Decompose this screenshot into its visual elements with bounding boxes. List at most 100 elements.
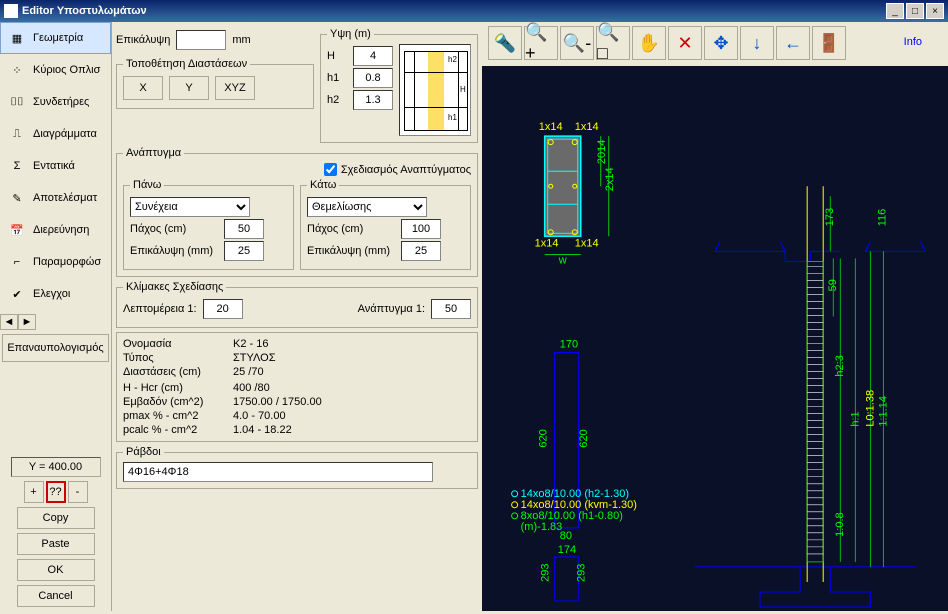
sidebar-item-results[interactable]: ✎ Αποτελέσματ (0, 182, 111, 214)
heights-legend: Υψη (m) (327, 28, 374, 40)
drawing-toolbar: 🔦 🔍+ 🔍- 🔍□ ✋ ✕ ✥ ↓ ← 🚪 (488, 26, 846, 60)
move-button[interactable]: ✥ (704, 26, 738, 60)
back-button[interactable]: ← (776, 26, 810, 60)
scroll-right-button[interactable]: ► (18, 314, 36, 330)
zoom-in-button[interactable]: 🔍+ (524, 26, 558, 60)
plus-button[interactable]: + (24, 481, 44, 503)
down-button[interactable]: ↓ (740, 26, 774, 60)
cad-canvas[interactable]: 2014 2x14 w 1x14 1x14 1x14 1x14 170 80 6… (482, 66, 948, 611)
bars-input[interactable] (123, 462, 433, 482)
sidebar-item-label: Ελεγχοι (33, 288, 70, 300)
paste-button[interactable]: Paste (17, 533, 95, 555)
sidebar-item-label: Διαγράμματα (33, 128, 97, 140)
H-label: H (327, 50, 347, 62)
dim-x-button[interactable]: X (123, 76, 163, 100)
sidebar-item-geometry[interactable]: ▦ Γεωμετρία (0, 22, 111, 54)
svg-text:h:1: h:1 (849, 411, 861, 426)
h2-input[interactable] (353, 90, 393, 110)
minus-button[interactable]: - (68, 481, 88, 503)
draw-dev-label: Σχεδιασμός Αναπτύγματος (341, 164, 471, 176)
app-icon (4, 4, 18, 18)
svg-text:2014: 2014 (596, 140, 608, 165)
svg-text:1:0.8: 1:0.8 (834, 512, 846, 537)
dev-bot-legend: Κάτω (307, 179, 339, 191)
export-button[interactable]: 🚪 (812, 26, 846, 60)
recalculate-button[interactable]: Επαναυπολογισμός (2, 334, 109, 362)
svg-text:2x14: 2x14 (604, 167, 616, 191)
check-icon: ✔ (5, 282, 29, 306)
H-input[interactable] (353, 46, 393, 66)
sidebar-item-label: Διερεύνηση (33, 224, 89, 236)
forces-icon: Σ (5, 154, 29, 178)
top-thick-input[interactable] (224, 219, 264, 239)
sidebar-item-checks[interactable]: ✔ Ελεγχοι (0, 278, 111, 310)
dev-bot-select[interactable]: Θεμελίωσης (307, 197, 427, 217)
dim-y-button[interactable]: Y (169, 76, 209, 100)
dim-xyz-button[interactable]: XYZ (215, 76, 255, 100)
sidebar-item-diagrams[interactable]: ⎍ Διαγράμματα (0, 118, 111, 150)
bars-group: Ράβδοι (116, 446, 478, 489)
top-cov-label: Επικάλυψη (mm) (130, 245, 218, 257)
scroll-left-button[interactable]: ◄ (0, 314, 18, 330)
svg-text:1x14: 1x14 (535, 237, 559, 249)
draw-dev-checkbox[interactable] (324, 163, 337, 176)
close-button[interactable]: × (926, 3, 944, 19)
scales-group: Κλίμακες Σχεδίασης Λεπτομέρεια 1: Ανάπτυ… (116, 281, 478, 328)
cancel-button[interactable]: Cancel (17, 585, 95, 607)
svg-text:1x14: 1x14 (575, 237, 599, 249)
rebar-icon: ⁘ (5, 58, 29, 82)
dev-top-select[interactable]: Συνέχεια (130, 197, 250, 217)
redraw-button[interactable]: 🔦 (488, 26, 522, 60)
copy-button[interactable]: Copy (17, 507, 95, 529)
h1-label: h1 (327, 72, 347, 84)
drawing-panel: 🔦 🔍+ 🔍- 🔍□ ✋ ✕ ✥ ↓ ← 🚪 Info (482, 22, 948, 611)
info-link[interactable]: Info (898, 34, 928, 50)
info-table: ΟνομασίαK2 - 16 ΤύποςΣΤΥΛΟΣ Διαστάσεις (… (116, 332, 478, 442)
stirrup-icon: ⌷⌷ (5, 90, 29, 114)
pan-button[interactable]: ✋ (632, 26, 666, 60)
dimplacement-legend: Τοποθέτηση Διαστάσεων (123, 58, 250, 70)
sidebar: ▦ Γεωμετρία ⁘ Κύριος Οπλισ ⌷⌷ Συνδετήρες… (0, 22, 112, 611)
svg-text:116: 116 (876, 209, 888, 227)
sidebar-item-label: Συνδετήρες (33, 96, 89, 108)
ok-button[interactable]: OK (17, 559, 95, 581)
detail-scale-input[interactable] (203, 299, 243, 319)
height-figure: h2 h1 H (399, 44, 471, 136)
query-button[interactable]: ?? (46, 481, 66, 503)
sidebar-item-investigation[interactable]: 📅 Διερεύνηση (0, 214, 111, 246)
dev-top-group: Πάνω Συνέχεια Πάχος (cm) Επικάλυψη (mm) (123, 179, 294, 270)
dev-scale-input[interactable] (431, 299, 471, 319)
delete-button[interactable]: ✕ (668, 26, 702, 60)
geometry-icon: ▦ (5, 26, 29, 50)
scales-legend: Κλίμακες Σχεδίασης (123, 281, 226, 293)
cover-input[interactable] (176, 30, 226, 50)
svg-text:L0:1.38: L0:1.38 (864, 390, 876, 427)
sidebar-item-forces[interactable]: Σ Εντατικά (0, 150, 111, 182)
maximize-button[interactable]: □ (906, 3, 924, 19)
sidebar-item-label: Παραμορφώσ (33, 256, 101, 268)
dev-scale-label: Ανάπτυγμα 1: (358, 303, 425, 315)
minimize-button[interactable]: _ (886, 3, 904, 19)
detail-scale-label: Λεπτομέρεια 1: (123, 303, 197, 315)
svg-text:173: 173 (824, 208, 836, 226)
cover-label: Επικάλυψη (116, 34, 170, 46)
h1-input[interactable] (353, 68, 393, 88)
bot-thick-input[interactable] (401, 219, 441, 239)
search-icon: 📅 (5, 218, 29, 242)
svg-text:1x14: 1x14 (575, 121, 599, 133)
sidebar-item-mainrebar[interactable]: ⁘ Κύριος Οπλισ (0, 54, 111, 86)
svg-text:1:1.14: 1:1.14 (877, 396, 889, 427)
bot-cov-input[interactable] (401, 241, 441, 261)
zoom-out-button[interactable]: 🔍- (560, 26, 594, 60)
sidebar-item-label: Εντατικά (33, 160, 75, 172)
sidebar-item-stirrups[interactable]: ⌷⌷ Συνδετήρες (0, 86, 111, 118)
svg-text:w: w (558, 254, 567, 266)
top-cov-input[interactable] (224, 241, 264, 261)
form-panel: Επικάλυψη mm Τοποθέτηση Διαστάσεων X Y X… (112, 22, 482, 611)
svg-text:293: 293 (540, 564, 552, 582)
zoom-window-button[interactable]: 🔍□ (596, 26, 630, 60)
development-group: Ανάπτυγμα Σχεδιασμός Αναπτύγματος Πάνω Σ… (116, 147, 478, 277)
sidebar-item-deformations[interactable]: ⌐ Παραμορφώσ (0, 246, 111, 278)
svg-text:170: 170 (560, 339, 578, 351)
svg-text:(m)-1.83: (m)-1.83 (521, 521, 563, 533)
